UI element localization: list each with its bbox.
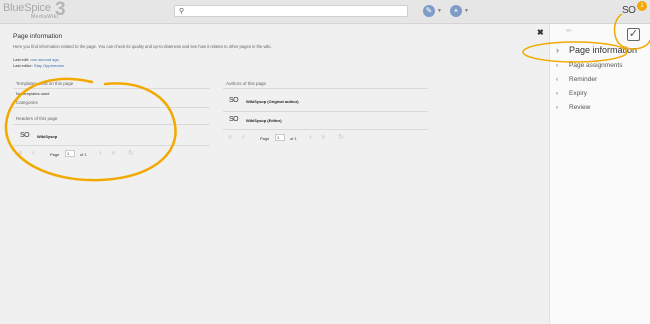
avatar: SO [229, 116, 239, 123]
authors-pager: « ‹ Page 1 of 1 › » ↻ [228, 132, 358, 143]
last-page-icon[interactable]: » [111, 148, 115, 157]
bluespice-logo[interactable]: BlueSpice MediaWiki 3 [3, 0, 67, 22]
search-icon: ⚲ [179, 8, 185, 15]
last-edit-link[interactable]: one second ago [30, 57, 58, 62]
prev-page-icon[interactable]: ‹ [32, 148, 35, 157]
templates-header: Templates used on this page [16, 81, 74, 86]
top-bar: BlueSpice MediaWiki 3 ⚲ ✎ ▼ + ▼ SO 1 [0, 0, 650, 24]
user-avatar[interactable]: SO [622, 5, 636, 16]
sidebar-item-label: Review [569, 104, 591, 111]
pencil-icon: ✎ [425, 6, 433, 15]
chevron-right-icon: › [556, 45, 559, 55]
author-name[interactable]: WikiSysop (Editor) [246, 118, 282, 123]
divider [13, 124, 210, 125]
chevron-left-icon: ‹ [556, 76, 559, 83]
avatar: SO [20, 132, 30, 139]
last-page-icon[interactable]: » [321, 132, 325, 141]
logo-version: 3 [55, 0, 66, 20]
last-editor-label: Last editor: [13, 63, 33, 68]
sidebar-item-review[interactable]: ‹ Review [556, 104, 590, 111]
page-description: Here you find information related to the… [13, 44, 272, 49]
close-icon[interactable]: ✖ [537, 28, 544, 37]
sidebar-item-label: Reminder [569, 76, 598, 83]
pager-of-label: of 1 [80, 152, 87, 157]
sidebar-item-page-information[interactable]: › Page information [556, 45, 637, 55]
next-page-icon[interactable]: › [99, 148, 102, 157]
prev-page-icon[interactable]: ‹ [242, 132, 245, 141]
no-templates-text: No templates used [16, 91, 50, 96]
divider [13, 88, 210, 89]
add-button[interactable]: + [450, 5, 462, 17]
plus-icon: + [453, 6, 459, 15]
first-page-icon[interactable]: « [18, 148, 22, 157]
last-edit-label: Last edit: [13, 57, 30, 62]
pager-page-input[interactable]: 1 [275, 134, 285, 141]
sidebar-item-label: Page information [569, 45, 638, 55]
pager-of-label: of 1 [290, 136, 297, 141]
sidebar-item-label: Expiry [569, 90, 588, 97]
categories-header: Categories [16, 100, 38, 105]
first-page-icon[interactable]: « [228, 132, 232, 141]
pager-page-label: Page [50, 152, 60, 157]
readers-pager: « ‹ Page 1 of 1 › » ↻ [18, 148, 148, 159]
readers-header: Readers of this page [16, 116, 58, 121]
qm-sidebar: ✏ ✓ › Page information ‹ Page assignments … [549, 24, 650, 324]
chevron-left-icon: ‹ [556, 90, 559, 97]
last-edit: Last edit: one second ago [13, 57, 59, 62]
refresh-icon[interactable]: ↻ [128, 149, 134, 157]
divider [223, 88, 428, 89]
pin-icon[interactable]: ✏ [566, 27, 572, 35]
notification-badge[interactable]: 1 [637, 1, 647, 11]
sidebar-item-label: Page assignments [569, 62, 623, 69]
chevron-down-icon[interactable]: ▼ [464, 8, 469, 14]
page-title: Page information [13, 33, 63, 40]
pager-page-input[interactable]: 1 [65, 150, 75, 157]
checkbox-icon[interactable]: ✓ [627, 28, 640, 41]
avatar: SO [229, 97, 239, 104]
divider [223, 111, 428, 112]
last-editor: Last editor: Stay Oppermann [13, 63, 64, 68]
chevron-down-icon[interactable]: ▼ [437, 8, 442, 14]
next-page-icon[interactable]: › [309, 132, 312, 141]
chevron-left-icon: ‹ [556, 104, 559, 111]
authors-header: Authors of this page [226, 81, 267, 86]
author-name[interactable]: WikiSysop (Original author) [246, 99, 299, 104]
logo-text: BlueSpice [3, 2, 51, 14]
sidebar-item-reminder[interactable]: ‹ Reminder [556, 76, 597, 83]
main-content: Page information Here you find informati… [0, 24, 549, 324]
last-editor-link[interactable]: Stay Oppermann [34, 63, 64, 68]
sidebar-item-expiry[interactable]: ‹ Expiry [556, 90, 587, 97]
refresh-icon[interactable]: ↻ [338, 133, 344, 141]
chevron-left-icon: ‹ [556, 62, 559, 69]
reader-name[interactable]: WikiSysop [37, 134, 57, 139]
divider [223, 129, 428, 130]
divider [13, 107, 210, 108]
sidebar-item-page-assignments[interactable]: ‹ Page assignments [556, 62, 622, 69]
edit-button[interactable]: ✎ [423, 5, 435, 17]
search-input[interactable]: ⚲ [174, 5, 408, 17]
pager-page-label: Page [260, 136, 270, 141]
divider [13, 145, 210, 146]
